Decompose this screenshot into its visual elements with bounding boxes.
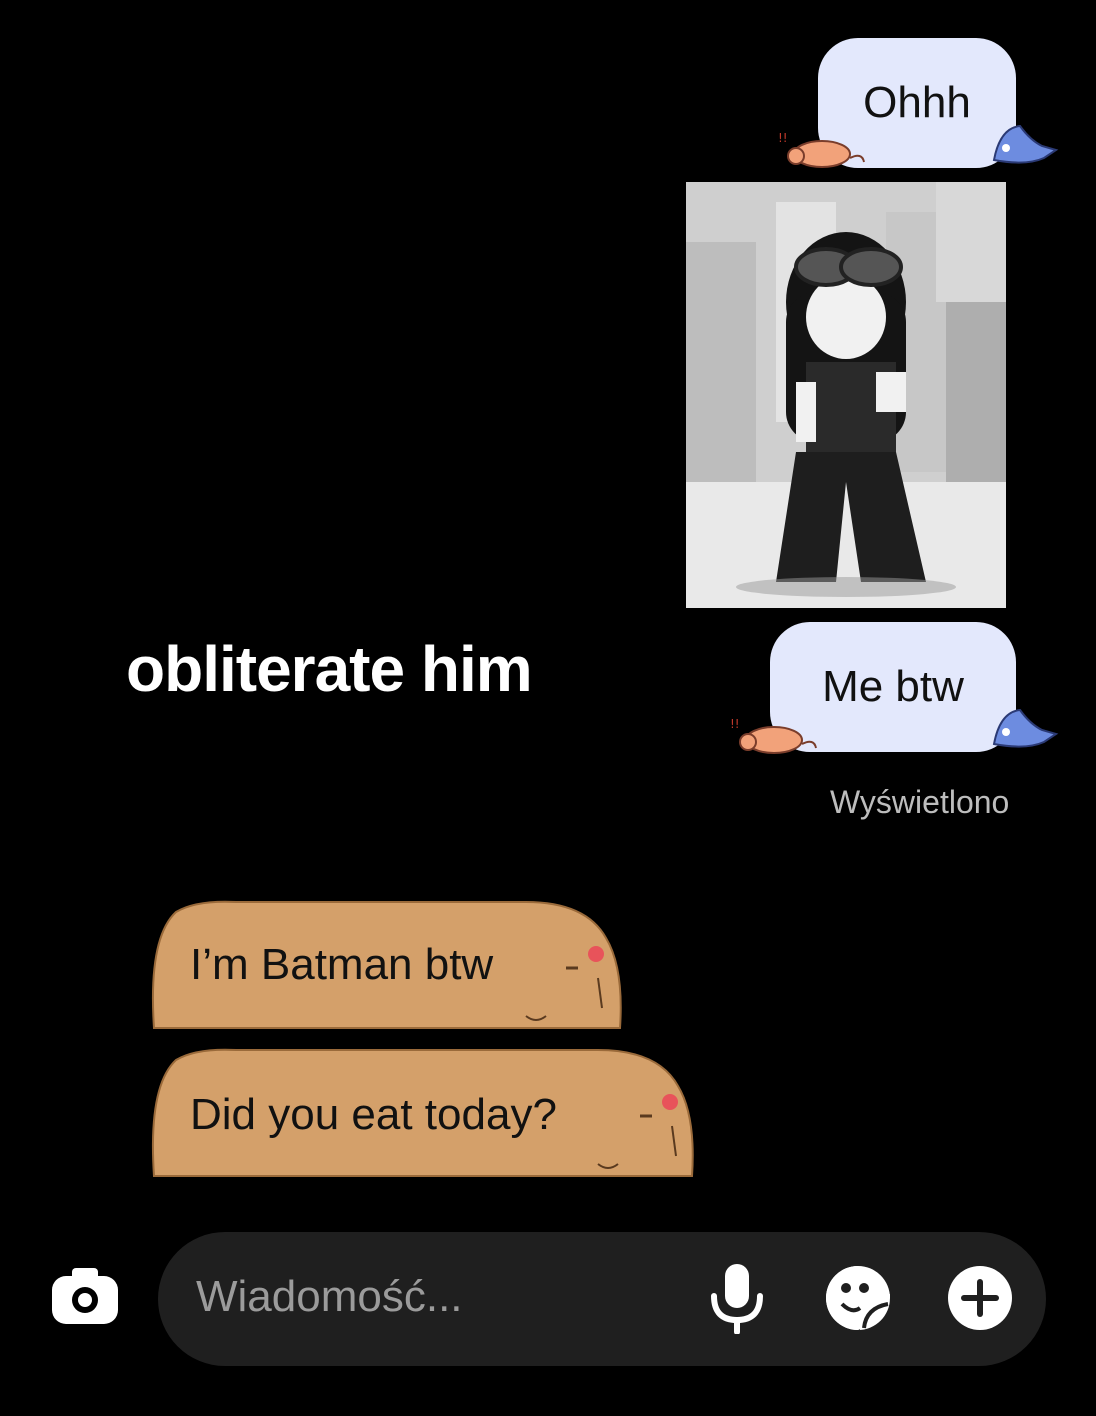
received-message-bubble[interactable]: I’m Batman btw (146, 898, 626, 1038)
message-text: Did you eat today? (190, 1090, 557, 1139)
received-message-bubble[interactable]: Did you eat today? (146, 1046, 698, 1186)
seen-status: Wyświetlono (830, 784, 1010, 820)
message-text: I’m Batman btw (190, 940, 494, 989)
plus-icon (948, 1266, 1012, 1330)
mouse-sticker-decoration: !! (730, 717, 817, 754)
svg-text:!!: !! (778, 131, 788, 145)
message-text: Ohhh (863, 78, 971, 127)
add-button[interactable] (946, 1264, 1014, 1332)
caption-text: obliterate him (126, 633, 533, 705)
camera-icon (52, 1268, 118, 1324)
mouse-sticker-decoration: !! (778, 131, 865, 168)
message-text: Me btw (822, 662, 964, 711)
shark-sticker-decoration (992, 124, 1059, 164)
shark-sticker-decoration (992, 708, 1059, 748)
microphone-icon (711, 1264, 763, 1334)
svg-text:!!: !! (730, 717, 740, 731)
photo-message[interactable] (686, 182, 1006, 608)
camera-button[interactable] (50, 1264, 120, 1328)
microphone-button[interactable] (706, 1262, 768, 1334)
message-input[interactable]: Wiadomość... (196, 1272, 463, 1322)
roblox-avatar-image (686, 182, 1006, 608)
sticker-button[interactable] (824, 1264, 892, 1332)
sticker-icon (826, 1266, 890, 1330)
